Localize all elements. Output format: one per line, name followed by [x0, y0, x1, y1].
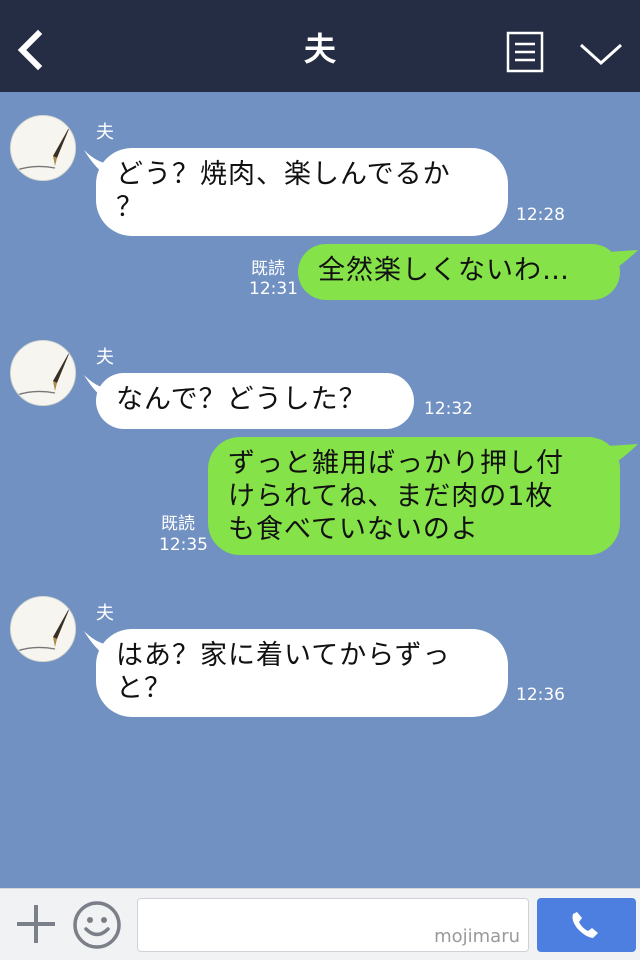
message-time: 12:35 — [159, 535, 208, 555]
message-time: 12:31 — [249, 279, 298, 299]
incoming-message-bubble[interactable]: はあ？家に着いてからずっ と？ — [96, 629, 508, 717]
avatar[interactable] — [10, 115, 76, 181]
plus-icon — [17, 905, 55, 943]
phone-icon — [572, 912, 598, 938]
outgoing-message-bubble[interactable]: ずっと雑用ばっかり押し付 けられてね、まだ肉の1枚 も食べていないのよ — [208, 437, 620, 555]
chevron-down-icon — [579, 43, 623, 66]
note-list-icon — [506, 31, 544, 73]
message-time: 12:32 — [424, 399, 473, 419]
avatar[interactable] — [10, 340, 76, 406]
menu-button[interactable] — [506, 31, 544, 73]
message-time: 12:36 — [516, 685, 565, 705]
message-line: と？ — [116, 673, 172, 704]
read-receipt: 既読 — [161, 514, 195, 534]
message-line: 全然楽しくないわ… — [318, 255, 570, 286]
sender-name: 夫 — [96, 347, 114, 368]
message-input[interactable]: mojimaru — [137, 898, 529, 952]
read-receipt: 既読 — [251, 259, 285, 279]
fountain-pen-icon — [11, 341, 75, 405]
chat-area[interactable]: 夫 どう？焼肉、楽しんでるか ？ 12:28 既読 12:31 全然楽しくないわ… — [0, 92, 640, 888]
sender-name: 夫 — [96, 603, 114, 624]
outgoing-message-bubble[interactable]: 全然楽しくないわ… — [298, 244, 620, 300]
app-header: 夫 — [0, 0, 640, 92]
incoming-message-bubble[interactable]: なんで？どうした？ — [96, 373, 414, 429]
bubble-tail — [608, 444, 638, 468]
call-button[interactable] — [537, 898, 636, 952]
collapse-button[interactable] — [578, 36, 624, 70]
emoji-button[interactable] — [72, 900, 122, 950]
fountain-pen-icon — [11, 597, 75, 661]
smiley-icon — [73, 901, 121, 949]
message-time: 12:28 — [516, 205, 565, 225]
message-line: ？ — [116, 192, 144, 223]
sender-name: 夫 — [96, 122, 114, 143]
add-attachment-button[interactable] — [14, 901, 58, 947]
message-line: どう？焼肉、楽しんでるか — [116, 159, 451, 190]
message-line: はあ？家に着いてからずっ — [116, 640, 451, 671]
message-line: けられてね、まだ肉の1枚 — [228, 481, 554, 512]
message-line: なんで？どうした？ — [116, 384, 367, 415]
incoming-message-bubble[interactable]: どう？焼肉、楽しんでるか ？ — [96, 148, 508, 236]
bubble-tail — [608, 250, 638, 274]
watermark-text: mojimaru — [434, 926, 520, 947]
chat-title: 夫 — [303, 30, 336, 68]
message-line: も食べていないのよ — [228, 514, 479, 545]
avatar[interactable] — [10, 596, 76, 662]
input-bar: mojimaru — [0, 888, 640, 960]
message-line: ずっと雑用ばっかり押し付 — [228, 448, 564, 479]
fountain-pen-icon — [11, 116, 75, 180]
